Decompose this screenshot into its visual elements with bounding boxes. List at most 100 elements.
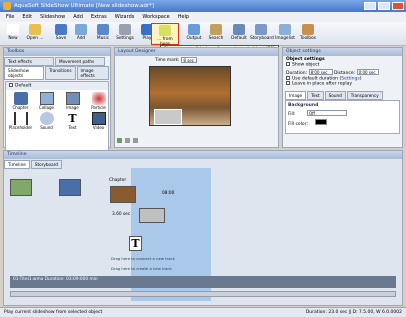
duration-input[interactable]: 8:00 sec [308,68,333,75]
toolbar-button-search[interactable]: Search [205,23,227,45]
toolbar-button-imagelist[interactable]: Imagelist [274,23,296,45]
toolbar-button-add-image[interactable]: Add [70,23,92,45]
toolbox-item-text[interactable]: T Text [60,112,85,130]
fill-color-label: Fill color: [288,121,308,127]
toolbox-item-chapter[interactable]: Chapter [8,91,33,110]
timeline-panel: Timeline Timeline Storyboard Chapter 08:… [3,150,403,306]
time-mark-label: Time mark: [155,57,180,63]
clip-image-4[interactable] [139,208,165,223]
toolbar-label: Open ... [26,36,44,41]
toolbar-label: Storyboard [250,36,274,41]
menu-slideshow[interactable]: Slideshow [40,12,65,22]
item-label: Video [92,124,105,130]
toolbar-button-play-from-here[interactable]: ... from here [151,23,179,47]
timeline-scrollbar[interactable] [10,291,396,297]
toolbox-item-particle[interactable]: Particle [86,91,111,110]
clip-image-2[interactable] [59,179,81,196]
default-duration-end: ) [359,76,362,81]
time-mark-input[interactable]: 8 sec [181,57,198,63]
toolbar-button-settings[interactable]: Settings [114,23,136,45]
toolbar-button-toolbox[interactable]: Toolbox [297,23,319,45]
tab-image-effects[interactable]: Image effects [76,66,109,80]
designer-title: Layout Designer [115,48,278,56]
toolbar-button-floppy[interactable]: Save [50,23,72,45]
clip-duration: 3.60 sec [112,212,131,217]
default-group-toggle[interactable] [9,83,13,87]
toolbox-item-placeholder[interactable]: Placeholder [8,111,33,130]
add-image-icon [75,24,87,35]
toolbox-item-collage[interactable]: Collage [34,91,59,110]
floppy-icon [55,24,67,35]
toolbox-tabs-top: Text effects Movement paths [4,57,110,66]
toolbox-item-image[interactable]: Image [60,91,85,110]
rewind-icon[interactable] [133,138,138,143]
tab-text-effects[interactable]: Text effects [4,57,54,66]
toolbar-label: Output [186,36,202,41]
leave-in-place-checkbox[interactable] [286,81,290,85]
tab-sound[interactable]: Sound [324,90,346,100]
image-icon [65,91,80,105]
toolbar-button-output[interactable]: Output [183,23,205,45]
distance-input[interactable]: 0:00 sec [356,68,379,75]
toolbar-button-music[interactable]: Music [92,23,114,45]
placeholder-icon [13,111,28,125]
menu-help[interactable]: Help [178,12,189,22]
toolbar-label: Music [96,36,110,41]
collage-icon [39,91,54,105]
minimize-button[interactable] [364,2,376,10]
toolbox-item-video[interactable]: Video [86,111,111,130]
fill-select[interactable]: Off [306,109,347,116]
search-icon [210,24,222,35]
group-default: Default [15,83,32,89]
play-icon[interactable] [117,138,122,143]
text-clip[interactable]: T [129,236,142,251]
menu-workspace[interactable]: Workspace [142,12,169,22]
title-bar: AquaSoft SlideShow Ultimate [New slidesh… [0,0,406,12]
settings-title: Object settings [283,48,402,56]
clip-time: 08:00 [162,191,175,196]
video-icon [91,111,106,125]
maximize-button[interactable] [378,2,390,10]
clip-image-3[interactable] [110,186,136,203]
fill-color-swatch[interactable] [315,118,328,125]
menu-file[interactable]: File [6,12,14,22]
item-label: Image [66,104,79,110]
window-title: AquaSoft SlideShow Ultimate [New slidesh… [14,3,155,9]
toolbox-icon [302,24,314,35]
status-bar: Play current slideshow from selected obj… [0,307,406,317]
show-object-checkbox[interactable] [286,62,290,66]
item-label: Collage [39,104,54,110]
tab-text[interactable]: Text [307,90,324,100]
default-duration-checkbox[interactable] [286,75,290,80]
toolbar-button-folder[interactable]: Open ... [24,23,46,45]
menu-edit[interactable]: Edit [22,12,32,22]
toolbar-button-new-doc[interactable]: New [2,23,24,45]
menu-add[interactable]: Add [73,12,83,22]
toolbar-label: Search [208,36,224,41]
toolbar-button-storyboard[interactable]: Storyboard [250,23,274,45]
tab-storyboard[interactable]: Storyboard [30,160,62,169]
toolbar-button-default-layout[interactable]: Default [228,23,250,45]
settings-icon [119,24,131,35]
preview-image[interactable] [149,66,231,126]
menu-wizards[interactable]: Wizards [115,12,135,22]
audio-track[interactable]: 01-Titel1.wma Duration: 03:09:000 min [10,276,396,288]
stop-icon[interactable] [125,138,130,143]
tab-slideshow-objects[interactable]: Slideshow objects [4,66,45,80]
tab-transitions[interactable]: Transitions [45,66,76,80]
toolbar-label: Imagelist [275,36,295,41]
preview-inset-image[interactable] [154,109,182,125]
particle-icon [91,91,106,105]
clip-image-1[interactable] [10,179,32,196]
tab-timeline[interactable]: Timeline [4,160,30,169]
chapter-label: Chapter [109,178,127,183]
timeline-title: Timeline [4,151,402,159]
tab-image[interactable]: Image [285,90,307,100]
menu-extras[interactable]: Extras [91,12,107,22]
tab-transparency[interactable]: Transparency [346,90,383,100]
toolbox-item-sound[interactable]: Sound [34,111,59,130]
app-icon [3,2,11,10]
close-button[interactable] [392,2,404,10]
tab-movement-paths[interactable]: Movement paths [55,57,105,66]
status-text: Play current slideshow from selected obj… [4,310,103,315]
